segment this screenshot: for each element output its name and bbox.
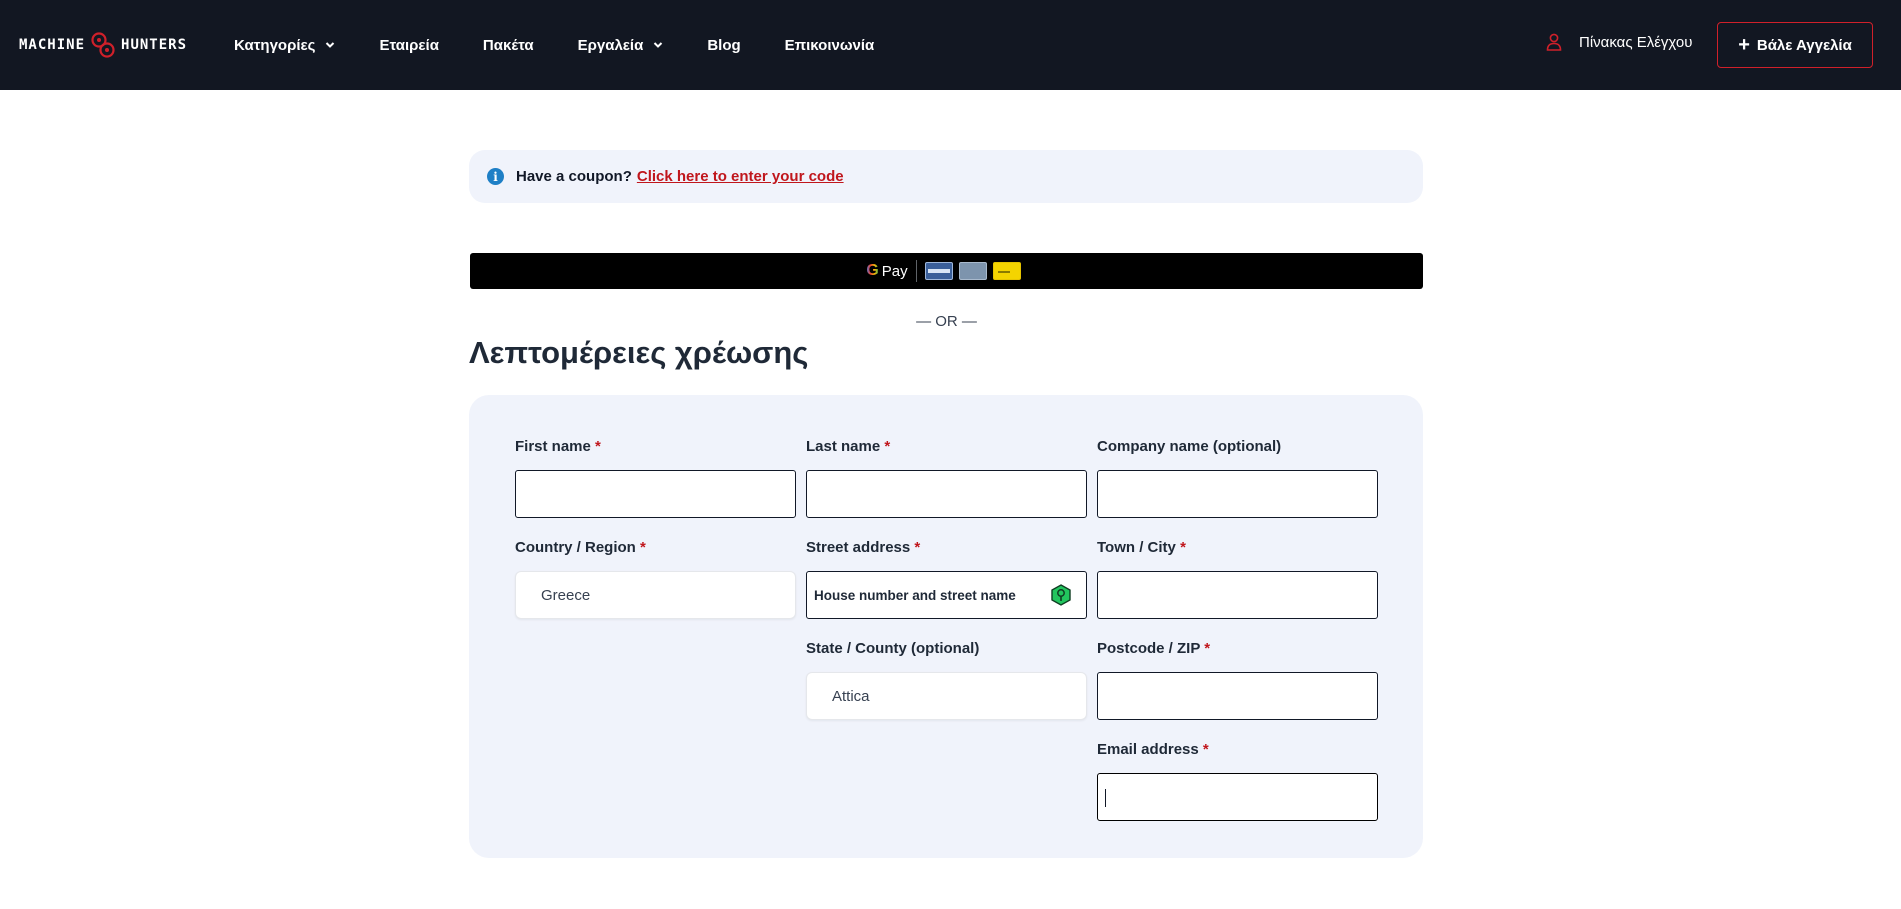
gpay-label: G Pay xyxy=(866,262,907,280)
country-field: Country / Region * Greece xyxy=(515,539,796,619)
first-name-field: First name * xyxy=(515,438,796,518)
billing-title: Λεπτομέρειες χρέωσης xyxy=(469,335,809,370)
first-name-label: First name * xyxy=(515,438,601,455)
company-input[interactable] xyxy=(1097,470,1378,518)
last-name-label: Last name * xyxy=(806,438,891,455)
nav-item-packages[interactable]: Πακέτα xyxy=(483,37,534,54)
postcode-field: Postcode / ZIP * xyxy=(1097,640,1378,720)
country-select[interactable]: Greece xyxy=(515,571,796,619)
nav-item-contact[interactable]: Επικοινωνία xyxy=(785,37,875,54)
nav-item-tools[interactable]: Εργαλεία xyxy=(578,37,664,54)
state-field: State / County (optional) Attica xyxy=(806,640,1087,720)
nav-item-label: Εταιρεία xyxy=(379,36,439,54)
or-divider: — OR — xyxy=(916,313,977,330)
logo-text-right: HUNTERS xyxy=(121,37,188,53)
nav-item-categories[interactable]: Κατηγορίες xyxy=(234,37,335,54)
gpay-divider xyxy=(915,260,917,282)
company-label: Company name (optional) xyxy=(1097,438,1282,455)
coupon-notice: i Have a coupon? Click here to enter you… xyxy=(469,150,1423,203)
state-label: State / County (optional) xyxy=(806,640,980,657)
post-ad-button[interactable]: + Βάλε Αγγελία xyxy=(1717,22,1873,68)
main-nav: Κατηγορίες Εταιρεία Πακέτα Εργαλεία Blog… xyxy=(234,0,918,90)
card-icon xyxy=(992,262,1021,280)
email-label: Email address * xyxy=(1097,741,1209,758)
email-input[interactable] xyxy=(1097,773,1378,821)
user-icon xyxy=(1546,33,1562,51)
site-header: MACHINE HUNTERS Κατηγορίες Εταιρεία Πακέ… xyxy=(0,0,1901,90)
city-input[interactable] xyxy=(1097,571,1378,619)
street-placeholder: House number and street name xyxy=(814,587,1016,603)
company-field: Company name (optional) xyxy=(1097,438,1378,518)
logo-text-left: MACHINE xyxy=(19,37,86,53)
first-name-input[interactable] xyxy=(515,470,796,518)
chevron-down-icon xyxy=(326,42,335,48)
nav-item-company[interactable]: Εταιρεία xyxy=(379,37,438,54)
dashboard-label: Πίνακας Ελέγχου xyxy=(1579,33,1693,51)
plus-icon: + xyxy=(1738,34,1750,56)
email-field: Email address * xyxy=(1097,741,1378,821)
info-icon: i xyxy=(487,168,504,185)
last-name-input[interactable] xyxy=(806,470,1087,518)
card-icon xyxy=(958,262,987,280)
country-label: Country / Region * xyxy=(515,539,646,556)
nav-item-blog[interactable]: Blog xyxy=(707,37,740,54)
street-input[interactable]: House number and street name xyxy=(806,571,1087,619)
google-pay-button[interactable]: G Pay xyxy=(470,253,1423,289)
chevron-down-icon xyxy=(654,42,663,48)
site-logo[interactable]: MACHINE HUNTERS xyxy=(19,31,187,59)
nav-item-label: Blog xyxy=(707,36,741,54)
billing-form: First name * Last name * Company name (o… xyxy=(469,395,1423,858)
postcode-input[interactable] xyxy=(1097,672,1378,720)
text-cursor xyxy=(1105,789,1106,807)
gear-logo-icon xyxy=(91,32,115,58)
coupon-question: Have a coupon? xyxy=(516,168,632,185)
last-name-field: Last name * xyxy=(806,438,1087,518)
street-field: Street address * House number and street… xyxy=(806,539,1087,619)
dashboard-link[interactable]: Πίνακας Ελέγχου xyxy=(1546,33,1692,51)
nav-item-label: Επικοινωνία xyxy=(784,36,875,54)
state-select[interactable]: Attica xyxy=(806,672,1087,720)
post-ad-label: Βάλε Αγγελία xyxy=(1756,36,1852,54)
postcode-label: Postcode / ZIP * xyxy=(1097,640,1211,657)
nav-item-label: Πακέτα xyxy=(482,36,534,54)
card-icon xyxy=(924,262,953,280)
city-label: Town / City * xyxy=(1097,539,1186,556)
gpay-text: Pay xyxy=(881,262,908,280)
coupon-link[interactable]: Click here to enter your code xyxy=(637,168,844,185)
google-g-icon: G xyxy=(866,262,879,279)
nav-item-label: Εργαλεία xyxy=(577,36,644,54)
address-lookup-icon[interactable] xyxy=(1050,584,1072,606)
nav-item-label: Κατηγορίες xyxy=(234,36,316,54)
city-field: Town / City * xyxy=(1097,539,1378,619)
street-label: Street address * xyxy=(806,539,921,556)
